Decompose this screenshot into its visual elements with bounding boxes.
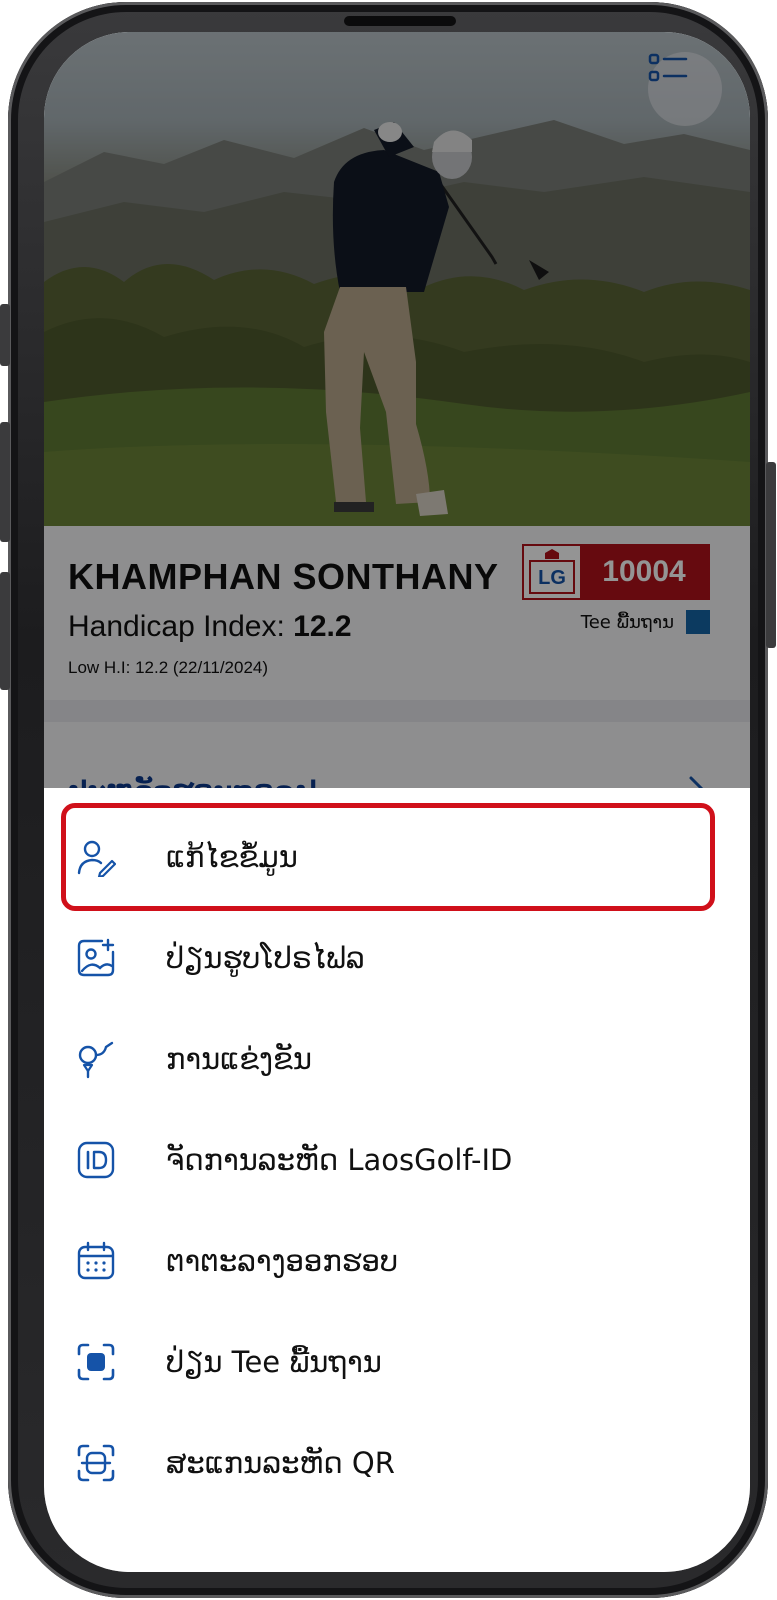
menu-toggle-button[interactable]	[648, 52, 722, 126]
list-menu-icon	[648, 53, 688, 82]
power-button	[766, 462, 776, 648]
menu-item-manage-id[interactable]: ຈັດການລະຫັດ LaosGolf-ID	[64, 1109, 730, 1211]
tee-label: Tee ພື້ນຖານ	[580, 612, 674, 633]
menu-item-label: ຕາຕະລາງອອກຮອບ	[166, 1244, 399, 1278]
volume-down-button	[0, 572, 10, 690]
handicap-value: 12.2	[293, 610, 352, 643]
menu-item-change-photo[interactable]: ປ່ຽນຮູບໂປຣໄຟລ	[64, 907, 730, 1009]
low-handicap-index: Low H.I: 12.2 (22/11/2024)	[68, 658, 269, 677]
volume-up-button	[0, 422, 10, 542]
handicap-index: Handicap Index: 12.2	[68, 610, 352, 644]
player-name: KHAMPHAN SONTHANY	[68, 556, 499, 597]
speaker-grille	[344, 16, 456, 26]
laos-golf-logo: LG	[524, 546, 580, 598]
phone-frame: KHAMPHAN SONTHANY Handicap Index: 12.2 L…	[0, 2, 776, 1598]
member-badge: LG 10004	[522, 544, 710, 600]
id-icon	[74, 1138, 118, 1182]
tee-scan-icon	[74, 1340, 118, 1384]
member-number: 10004	[580, 546, 708, 598]
menu-item-label: ຈັດການລະຫັດ LaosGolf-ID	[166, 1143, 513, 1177]
menu-item-label: ການແຂ່ງຂັນ	[166, 1042, 312, 1076]
menu-item-tee-schedule[interactable]: ຕາຕະລາງອອກຮອບ	[64, 1210, 730, 1312]
badge-logo-text: LG	[538, 566, 566, 589]
app-screen: KHAMPHAN SONTHANY Handicap Index: 12.2 L…	[44, 32, 750, 1572]
golf-tee-icon	[74, 1037, 118, 1081]
hero-photo	[44, 32, 750, 526]
handicap-label: Handicap Index:	[68, 610, 294, 643]
qr-scan-icon	[74, 1441, 118, 1485]
action-sheet: ແກ້ໄຂຂໍ້ມູນ ປ່ຽນຮູບໂປຣໄຟລ ການແຂ່ງຂັນ ຈັດ…	[44, 788, 750, 1572]
menu-item-label: ປ່ຽນ Tee ພື້ນຖານ	[166, 1345, 382, 1379]
menu-item-label: ປ່ຽນຮູບໂປຣໄຟລ	[166, 941, 365, 975]
menu-item-change-tee[interactable]: ປ່ຽນ Tee ພື້ນຖານ	[64, 1311, 730, 1413]
section-divider	[44, 700, 750, 722]
golfer-photo	[44, 120, 750, 526]
menu-item-competitions[interactable]: ການແຂ່ງຂັນ	[64, 1008, 730, 1110]
menu-item-label: ສະແກນລະຫັດ QR	[166, 1446, 395, 1480]
menu-item-scan-qr[interactable]: ສະແກນລະຫັດ QR	[64, 1412, 730, 1514]
silent-switch	[0, 304, 10, 366]
profile-card: KHAMPHAN SONTHANY Handicap Index: 12.2 L…	[44, 526, 750, 700]
image-user-icon	[74, 936, 118, 980]
calendar-icon	[74, 1239, 118, 1283]
tee-color-swatch	[686, 610, 710, 634]
highlight-frame	[61, 803, 715, 911]
